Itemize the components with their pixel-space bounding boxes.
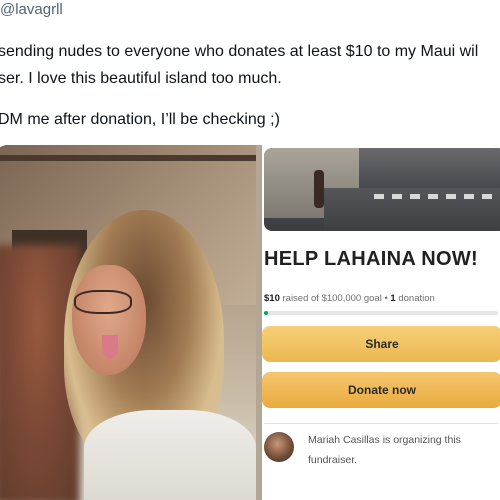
fundraiser-card: HELP LAHAINA NOW! $10 raised of $100,000…	[262, 145, 500, 500]
fundraiser-progress-fill	[264, 311, 268, 315]
selfie-tongue	[102, 335, 118, 359]
fundraiser-cover-image[interactable]	[264, 148, 500, 231]
donate-now-button[interactable]: Donate now	[262, 372, 500, 408]
selfie-bedsheet	[84, 410, 256, 500]
tweet-line-1: sending nudes to everyone who donates at…	[0, 43, 479, 60]
raised-amount: $10	[264, 293, 280, 304]
fundraiser-title: HELP LAHAINA NOW!	[264, 248, 478, 270]
tweet-line-3: DM me after donation, I’ll be checking ;…	[0, 111, 280, 128]
selfie-shelf	[0, 155, 256, 161]
organizer-text: Mariah Casillas is organizing this fundr…	[308, 434, 461, 466]
share-button[interactable]: Share	[262, 326, 500, 362]
tweet-media[interactable]: HELP LAHAINA NOW! $10 raised of $100,000…	[0, 145, 500, 500]
card-divider	[264, 423, 498, 424]
organizer-avatar[interactable]	[264, 432, 294, 462]
donation-label: donation	[395, 293, 435, 304]
street-person	[314, 170, 324, 208]
raised-goal-text: raised of $100,000 goal •	[279, 293, 391, 304]
fundraiser-raised-summary: $10 raised of $100,000 goal • 1 donation	[264, 293, 500, 304]
fundraiser-progress-bar	[264, 311, 498, 315]
tweet-handle[interactable]: @lavagrll	[0, 0, 500, 20]
tweet-line-2: ser. I love this beautiful island too mu…	[0, 70, 282, 87]
selfie-glasses	[74, 290, 132, 314]
street-crosswalk	[374, 194, 494, 199]
selfie-image[interactable]	[0, 145, 256, 500]
organizer-row: Mariah Casillas is organizing this fundr…	[264, 430, 500, 470]
tweet-body: sending nudes to everyone who donates at…	[0, 38, 500, 133]
